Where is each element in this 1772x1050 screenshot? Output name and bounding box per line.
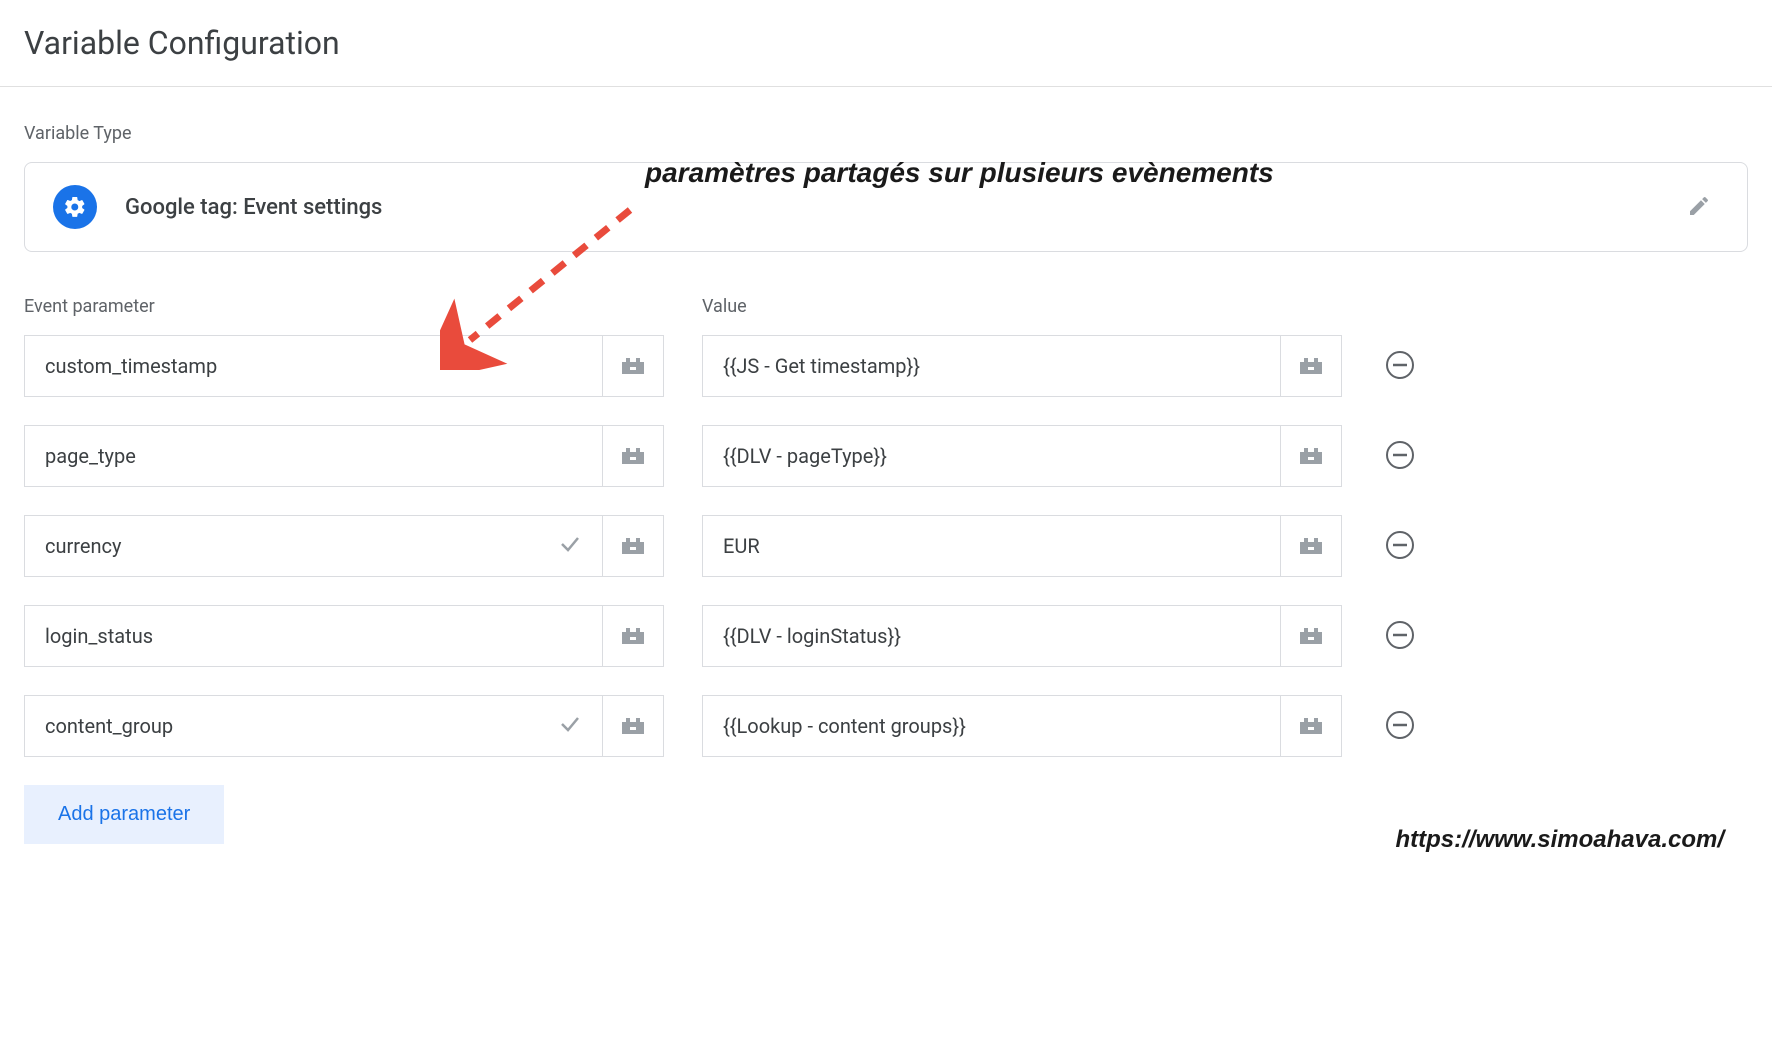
param-value-text: {{Lookup - content groups}}: [723, 714, 966, 738]
variable-picker-button[interactable]: [1280, 695, 1342, 757]
minus-circle-icon: [1384, 619, 1416, 654]
column-header-value: Value: [702, 296, 1342, 317]
param-name-input[interactable]: currency: [24, 515, 602, 577]
param-value-input[interactable]: EUR: [702, 515, 1280, 577]
minus-circle-icon: [1384, 529, 1416, 564]
minus-circle-icon: [1384, 439, 1416, 474]
param-name-text: login_status: [45, 624, 153, 648]
param-input-group: login_status: [24, 605, 664, 667]
divider: [0, 86, 1772, 87]
variable-type-label: Variable Type: [24, 123, 1748, 144]
params-header: Event parameter Value: [24, 296, 1748, 317]
brick-icon: [1297, 534, 1325, 559]
minus-circle-icon: [1384, 349, 1416, 384]
check-icon: [558, 532, 582, 561]
value-input-group: EUR: [702, 515, 1342, 577]
edit-variable-type-button[interactable]: [1679, 186, 1719, 229]
param-name-input[interactable]: login_status: [24, 605, 602, 667]
brick-icon: [1297, 354, 1325, 379]
param-value-text: EUR: [723, 534, 760, 558]
brick-icon: [1297, 624, 1325, 649]
variable-picker-button[interactable]: [602, 695, 664, 757]
variable-picker-button[interactable]: [602, 335, 664, 397]
brick-icon: [619, 444, 647, 469]
param-name-input[interactable]: custom_timestamp: [24, 335, 602, 397]
param-row: currency EUR: [24, 515, 1748, 577]
param-name-text: content_group: [45, 714, 173, 738]
variable-picker-button[interactable]: [1280, 605, 1342, 667]
variable-picker-button[interactable]: [1280, 425, 1342, 487]
param-value-text: {{JS - Get timestamp}}: [723, 354, 920, 378]
param-name-text: page_type: [45, 444, 136, 468]
remove-row-button[interactable]: [1380, 706, 1420, 746]
param-input-group: page_type: [24, 425, 664, 487]
param-row: custom_timestamp {{JS - Get timestamp}}: [24, 335, 1748, 397]
remove-row-button[interactable]: [1380, 346, 1420, 386]
param-value-text: {{DLV - loginStatus}}: [723, 624, 901, 648]
page-title: Variable Configuration: [24, 24, 1748, 62]
annotation-text: paramètres partagés sur plusieurs evènem…: [645, 157, 1274, 189]
variable-type-card[interactable]: Google tag: Event settings paramètres pa…: [24, 162, 1748, 252]
check-icon: [558, 712, 582, 741]
param-input-group: content_group: [24, 695, 664, 757]
gear-icon: [53, 185, 97, 229]
param-value-text: {{DLV - pageType}}: [723, 444, 887, 468]
param-row: content_group {{Lookup - content groups}}: [24, 695, 1748, 757]
variable-picker-button[interactable]: [1280, 335, 1342, 397]
variable-picker-button[interactable]: [1280, 515, 1342, 577]
param-input-group: currency: [24, 515, 664, 577]
param-row: page_type {{DLV - pageType}}: [24, 425, 1748, 487]
watermark: https://www.simoahava.com/: [1395, 826, 1724, 854]
column-header-param: Event parameter: [24, 296, 664, 317]
value-input-group: {{Lookup - content groups}}: [702, 695, 1342, 757]
remove-row-button[interactable]: [1380, 436, 1420, 476]
param-name-input[interactable]: page_type: [24, 425, 602, 487]
variable-picker-button[interactable]: [602, 515, 664, 577]
add-parameter-button[interactable]: Add parameter: [24, 785, 224, 844]
param-name-text: currency: [45, 534, 121, 558]
param-value-input[interactable]: {{DLV - pageType}}: [702, 425, 1280, 487]
variable-type-name: Google tag: Event settings: [125, 195, 382, 220]
pencil-icon: [1687, 194, 1711, 218]
brick-icon: [619, 354, 647, 379]
param-row: login_status {{DLV - loginStatus}}: [24, 605, 1748, 667]
value-input-group: {{JS - Get timestamp}}: [702, 335, 1342, 397]
variable-picker-button[interactable]: [602, 425, 664, 487]
variable-picker-button[interactable]: [602, 605, 664, 667]
remove-row-button[interactable]: [1380, 526, 1420, 566]
remove-row-button[interactable]: [1380, 616, 1420, 656]
brick-icon: [619, 534, 647, 559]
param-input-group: custom_timestamp: [24, 335, 664, 397]
brick-icon: [619, 714, 647, 739]
param-value-input[interactable]: {{Lookup - content groups}}: [702, 695, 1280, 757]
value-input-group: {{DLV - pageType}}: [702, 425, 1342, 487]
value-input-group: {{DLV - loginStatus}}: [702, 605, 1342, 667]
param-name-text: custom_timestamp: [45, 354, 217, 378]
param-name-input[interactable]: content_group: [24, 695, 602, 757]
brick-icon: [1297, 714, 1325, 739]
brick-icon: [1297, 444, 1325, 469]
minus-circle-icon: [1384, 709, 1416, 744]
brick-icon: [619, 624, 647, 649]
param-value-input[interactable]: {{JS - Get timestamp}}: [702, 335, 1280, 397]
param-value-input[interactable]: {{DLV - loginStatus}}: [702, 605, 1280, 667]
